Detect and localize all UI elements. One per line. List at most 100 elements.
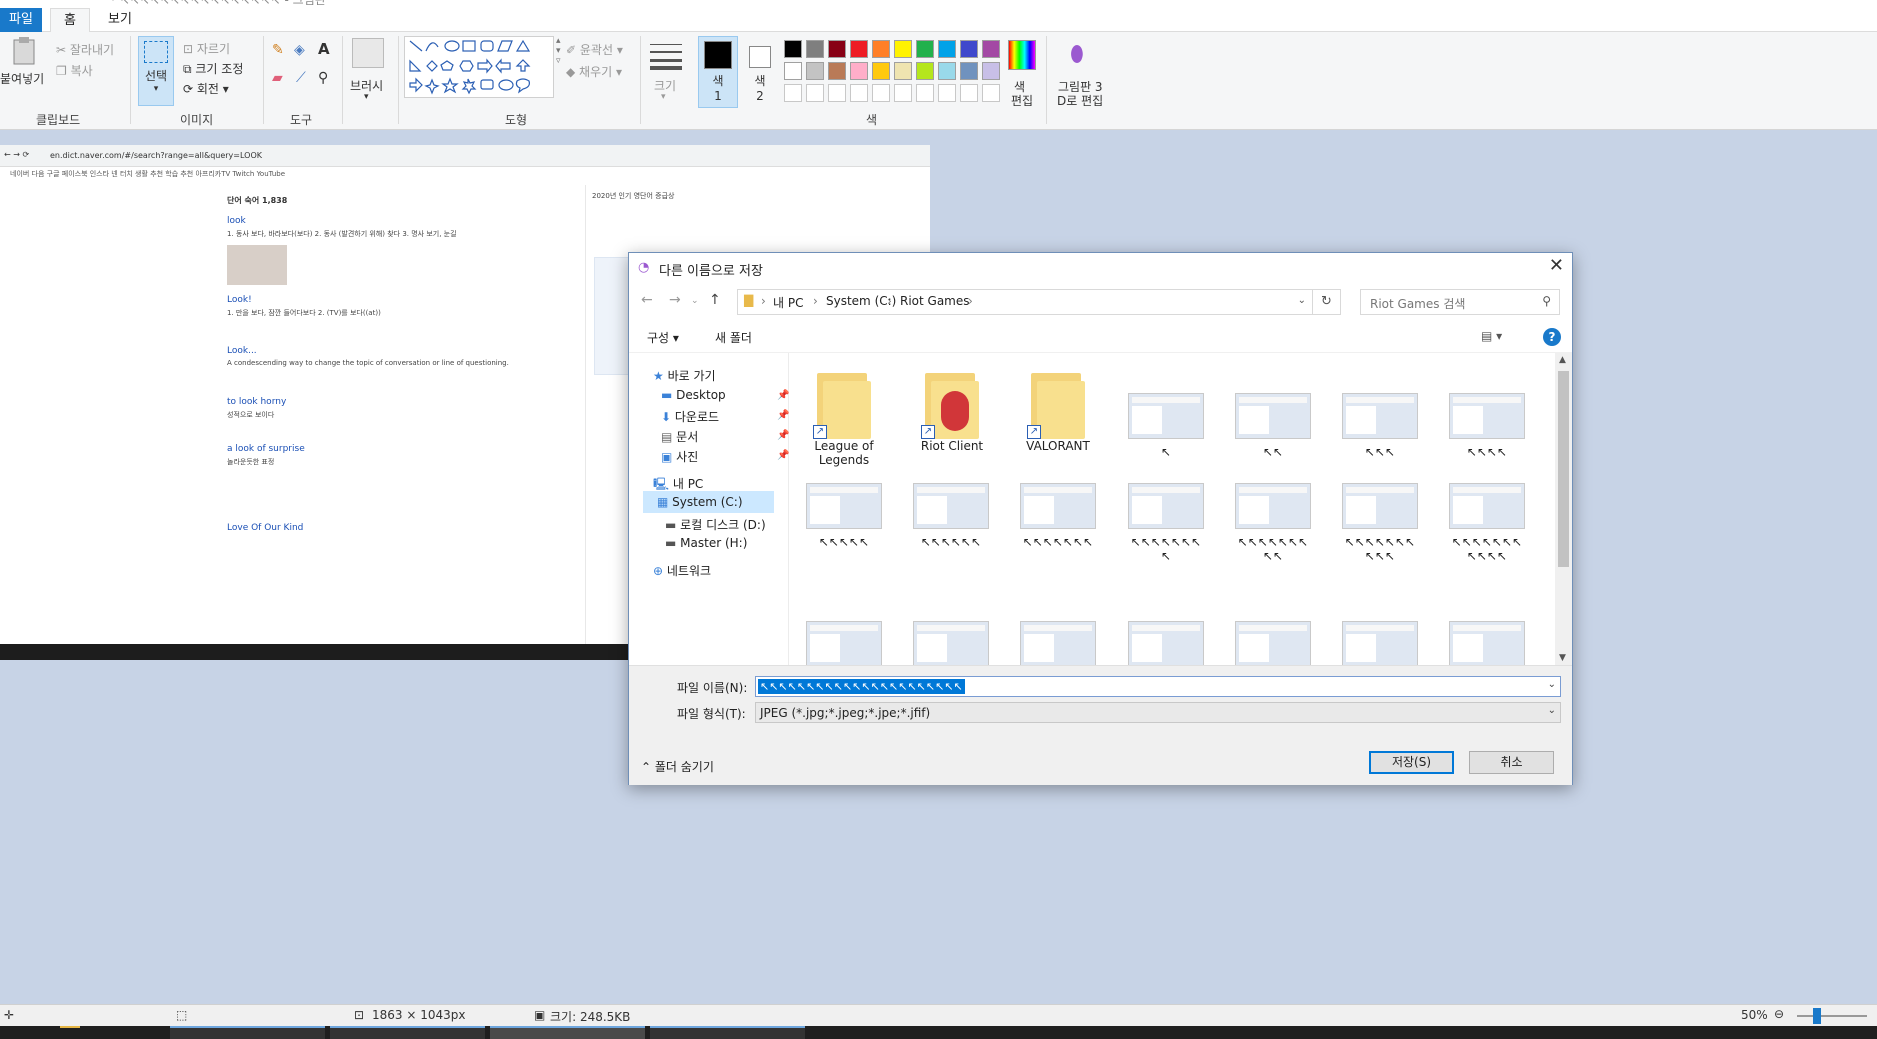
zoom-slider-thumb[interactable] bbox=[1813, 1008, 1821, 1024]
image-file-item[interactable] bbox=[1444, 621, 1530, 665]
hide-folders-button[interactable]: ⌃ 폴더 숨기기 bbox=[641, 758, 714, 775]
zoom-slider[interactable] bbox=[1797, 1015, 1867, 1017]
scroll-down-icon[interactable]: ▼ bbox=[1559, 653, 1566, 663]
cancel-button[interactable]: 취소 bbox=[1469, 751, 1554, 774]
filename-input[interactable]: ↖↖↖↖↖↖↖↖↖↖↖↖↖↖↖↖↖↖↖↖↖↖ ⌄ bbox=[755, 676, 1561, 697]
color-swatch[interactable] bbox=[872, 62, 890, 80]
image-file-item[interactable]: ↖↖↖↖↖↖ bbox=[908, 483, 994, 549]
copy-button[interactable]: ❐ 복사 bbox=[56, 62, 93, 79]
view-options-icon[interactable]: ▤ ▾ bbox=[1481, 329, 1502, 343]
chevron-down-icon[interactable]: ⌄ bbox=[1548, 679, 1556, 690]
chevron-down-icon[interactable]: ⌄ bbox=[1548, 705, 1556, 716]
color-swatch[interactable] bbox=[806, 40, 824, 58]
color-swatch[interactable] bbox=[828, 62, 846, 80]
taskbar-item[interactable] bbox=[330, 1026, 485, 1039]
chevron-down-icon[interactable]: ⌄ bbox=[1298, 295, 1306, 306]
color-swatch[interactable] bbox=[850, 62, 868, 80]
custom-color-slot[interactable] bbox=[938, 84, 956, 102]
taskbar-item[interactable] bbox=[490, 1026, 645, 1039]
nav-drive-d[interactable]: ▬ 로컬 디스크 (D:) bbox=[665, 516, 766, 533]
new-folder-button[interactable]: 새 폴더 bbox=[715, 329, 752, 346]
pin-icon[interactable]: 📌 bbox=[777, 430, 789, 441]
image-file-item[interactable]: ↖↖↖↖↖↖↖↖ bbox=[1123, 483, 1209, 563]
color-swatch[interactable] bbox=[916, 40, 934, 58]
search-icon[interactable]: ⚲ bbox=[1542, 294, 1551, 308]
color-picker-icon[interactable]: ⟋ bbox=[296, 70, 306, 86]
color1-button[interactable]: 색 1 bbox=[698, 36, 738, 108]
color-swatch[interactable] bbox=[960, 62, 978, 80]
taskbar-item[interactable] bbox=[170, 1026, 325, 1039]
image-file-item[interactable]: ↖↖↖↖↖↖↖↖↖↖↖ bbox=[1444, 483, 1530, 563]
nav-drive-c[interactable]: ▦ System (C:) bbox=[643, 491, 774, 513]
cut-button[interactable]: ✂ 잘라내기 bbox=[56, 41, 114, 58]
image-file-item[interactable]: ↖↖ bbox=[1230, 393, 1316, 459]
color-swatch[interactable] bbox=[828, 40, 846, 58]
color-swatch[interactable] bbox=[938, 62, 956, 80]
edit-colors-icon[interactable] bbox=[1008, 40, 1036, 70]
tab-file[interactable]: 파일 bbox=[0, 8, 42, 32]
filetype-select[interactable]: JPEG (*.jpg;*.jpeg;*.jpe;*.jfif) ⌄ bbox=[755, 702, 1561, 723]
fill-icon[interactable]: ◈ bbox=[294, 42, 305, 58]
paste-button[interactable] bbox=[10, 36, 38, 69]
image-file-item[interactable] bbox=[1337, 621, 1423, 665]
image-file-item[interactable]: ↖↖↖↖↖↖↖↖↖↖ bbox=[1337, 483, 1423, 563]
folder-item[interactable]: ↗ VALORANT bbox=[1015, 367, 1101, 453]
folder-item[interactable]: ↗ Riot Client bbox=[909, 367, 995, 453]
color2-button[interactable]: 색 2 bbox=[744, 36, 776, 108]
rotate-button[interactable]: ⟳ 회전 ▾ bbox=[183, 80, 229, 97]
recent-chevron-icon[interactable]: ⌄ bbox=[691, 296, 699, 306]
color-swatch[interactable] bbox=[982, 62, 1000, 80]
color-swatch[interactable] bbox=[938, 40, 956, 58]
nav-documents[interactable]: ▤ 문서 bbox=[661, 428, 698, 445]
pin-icon[interactable]: 📌 bbox=[777, 410, 789, 421]
select-button[interactable]: 선택 ▾ bbox=[138, 36, 174, 106]
eraser-icon[interactable]: ▰ bbox=[272, 70, 283, 86]
color-swatch[interactable] bbox=[894, 40, 912, 58]
image-file-item[interactable] bbox=[1230, 621, 1316, 665]
refresh-icon[interactable]: ↻ bbox=[1313, 289, 1341, 315]
size-button[interactable] bbox=[648, 40, 684, 73]
gallery-scroll-icon[interactable]: ▴ ▾ ▿ bbox=[556, 36, 561, 66]
file-list-scrollbar[interactable]: ▲ ▼ bbox=[1555, 353, 1572, 665]
scroll-up-icon[interactable]: ▲ bbox=[1559, 355, 1566, 365]
close-icon[interactable]: ✕ bbox=[1549, 255, 1564, 276]
nav-desktop[interactable]: ▬ Desktop bbox=[661, 388, 726, 402]
taskbar-item[interactable] bbox=[650, 1026, 805, 1039]
fill-shape-button[interactable]: ◆ 채우기 ▾ bbox=[566, 63, 622, 80]
image-file-item[interactable]: ↖↖↖↖ bbox=[1444, 393, 1530, 459]
breadcrumb-item[interactable]: Riot Games bbox=[900, 294, 970, 308]
image-file-item[interactable]: ↖↖↖ bbox=[1337, 393, 1423, 459]
forward-arrow-icon[interactable]: → bbox=[669, 292, 681, 308]
image-file-item[interactable] bbox=[1123, 621, 1209, 665]
image-file-item[interactable] bbox=[908, 621, 994, 665]
color-swatch[interactable] bbox=[872, 40, 890, 58]
resize-button[interactable]: ⧉ 크기 조정 bbox=[183, 60, 243, 77]
custom-color-slot[interactable] bbox=[960, 84, 978, 102]
outline-button[interactable]: ✐ 윤곽선 ▾ bbox=[566, 41, 623, 58]
save-button[interactable]: 저장(S) bbox=[1369, 751, 1454, 774]
scrollbar-thumb[interactable] bbox=[1558, 371, 1569, 567]
color-swatch[interactable] bbox=[806, 62, 824, 80]
help-icon[interactable]: ? bbox=[1543, 328, 1561, 346]
custom-color-slot[interactable] bbox=[806, 84, 824, 102]
custom-color-slot[interactable] bbox=[872, 84, 890, 102]
color-swatch[interactable] bbox=[784, 62, 802, 80]
tab-view[interactable]: 보기 bbox=[100, 8, 140, 32]
pin-icon[interactable]: 📌 bbox=[777, 450, 789, 461]
image-file-item[interactable]: ↖↖↖↖↖↖↖↖↖ bbox=[1230, 483, 1316, 563]
custom-color-slot[interactable] bbox=[784, 84, 802, 102]
nav-drive-h[interactable]: ▬ Master (H:) bbox=[665, 536, 747, 550]
nav-downloads[interactable]: ⬇ 다운로드 bbox=[661, 408, 719, 425]
color-swatch[interactable] bbox=[850, 40, 868, 58]
color-swatch[interactable] bbox=[960, 40, 978, 58]
image-file-item[interactable]: ↖ bbox=[1123, 393, 1209, 459]
nav-pictures[interactable]: ▣ 사진 bbox=[661, 448, 698, 465]
breadcrumb-item[interactable]: System (C:) bbox=[826, 294, 896, 308]
custom-color-slot[interactable] bbox=[894, 84, 912, 102]
image-file-item[interactable] bbox=[1015, 621, 1101, 665]
organize-button[interactable]: 구성 ▾ bbox=[647, 329, 679, 346]
text-icon[interactable]: A bbox=[318, 40, 330, 58]
image-file-item[interactable]: ↖↖↖↖↖↖↖ bbox=[1015, 483, 1101, 549]
pencil-icon[interactable]: ✎ bbox=[272, 42, 284, 58]
custom-color-slot[interactable] bbox=[828, 84, 846, 102]
